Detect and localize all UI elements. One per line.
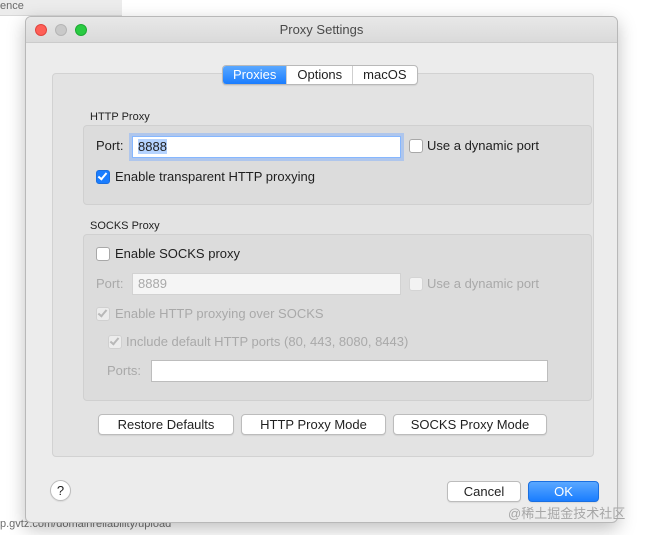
background-text-fragment: ence	[0, 0, 24, 12]
http-port-value: 8888	[138, 139, 167, 154]
socks-dynamic-port-label: Use a dynamic port	[427, 276, 539, 291]
socks-port-label: Port:	[96, 276, 124, 291]
ports-label: Ports:	[107, 363, 141, 378]
tab-bar: Proxies Options macOS	[222, 65, 418, 85]
ports-input[interactable]	[151, 360, 548, 382]
transparent-proxying-label: Enable transparent HTTP proxying	[115, 169, 315, 184]
http-over-socks-checkbox[interactable]	[96, 307, 110, 321]
watermark-text: @稀土掘金技术社区	[508, 506, 626, 521]
tab-options[interactable]: Options	[287, 66, 354, 84]
checkmark-icon	[97, 307, 108, 318]
help-button[interactable]: ?	[50, 480, 71, 501]
restore-defaults-button[interactable]: Restore Defaults	[98, 414, 234, 435]
ok-button[interactable]: OK	[528, 481, 599, 502]
transparent-proxying-checkbox[interactable]	[96, 170, 110, 184]
checkmark-icon	[109, 335, 120, 346]
enable-socks-label: Enable SOCKS proxy	[115, 246, 241, 261]
socks-dynamic-port-checkbox[interactable]	[409, 277, 423, 291]
http-dynamic-port-label: Use a dynamic port	[427, 138, 539, 153]
socks-proxy-group-label: SOCKS Proxy	[90, 220, 160, 232]
http-proxy-group-label: HTTP Proxy	[90, 111, 150, 123]
http-over-socks-label: Enable HTTP proxying over SOCKS	[115, 306, 324, 321]
background-window-fragment: ence	[0, 0, 122, 16]
http-port-label: Port:	[96, 138, 124, 153]
checkmark-icon	[97, 170, 108, 181]
http-proxy-mode-button[interactable]: HTTP Proxy Mode	[241, 414, 386, 435]
socks-proxy-mode-button[interactable]: SOCKS Proxy Mode	[393, 414, 547, 435]
default-ports-checkbox[interactable]	[108, 335, 122, 349]
cancel-button[interactable]: Cancel	[447, 481, 521, 502]
socks-port-placeholder: 8889	[138, 276, 167, 291]
window-title: Proxy Settings	[279, 22, 364, 37]
enable-socks-checkbox[interactable]	[96, 247, 110, 261]
http-dynamic-port-checkbox[interactable]	[409, 139, 423, 153]
title-bar: Proxy Settings	[26, 17, 617, 43]
default-ports-label: Include default HTTP ports (80, 443, 808…	[126, 334, 409, 349]
http-port-input[interactable]: 8888	[132, 136, 401, 158]
tab-proxies[interactable]: Proxies	[223, 66, 288, 84]
socks-port-input[interactable]: 8889	[132, 273, 401, 295]
proxy-settings-window: Proxy Settings Proxies Options macOS HTT…	[25, 16, 618, 523]
tab-macos[interactable]: macOS	[353, 66, 416, 84]
